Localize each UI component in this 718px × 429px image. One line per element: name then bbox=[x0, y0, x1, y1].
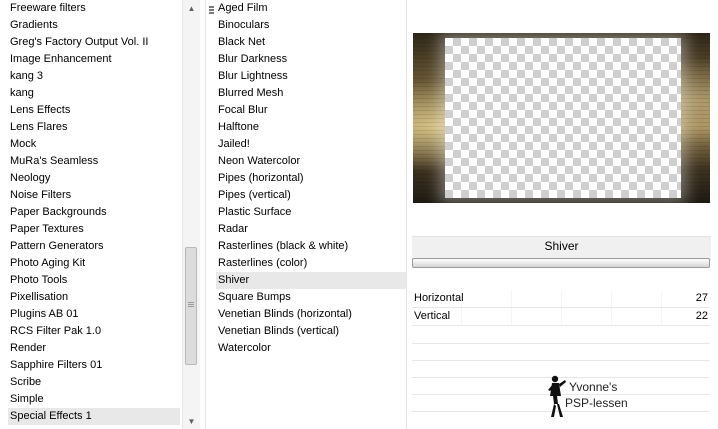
grip-icon[interactable] bbox=[209, 6, 214, 16]
list-item[interactable]: Aged Film bbox=[216, 0, 406, 17]
list-item[interactable]: Photo Aging Kit bbox=[8, 255, 180, 272]
list-item[interactable]: Pixellisation bbox=[8, 289, 180, 306]
dancer-figure-icon bbox=[548, 375, 566, 417]
divider bbox=[412, 360, 710, 361]
list-item[interactable]: RCS Filter Pak 1.0 bbox=[8, 323, 180, 340]
scroll-down-arrow-icon[interactable]: ▼ bbox=[183, 413, 200, 429]
list-item[interactable]: Sapphire Filters 01 bbox=[8, 357, 180, 374]
list-item[interactable]: Venetian Blinds (horizontal) bbox=[216, 306, 406, 323]
param-row-horizontal[interactable]: Horizontal 27 bbox=[412, 290, 710, 308]
list-item[interactable]: Plastic Surface bbox=[216, 204, 406, 221]
list-item[interactable]: Black Net bbox=[216, 34, 406, 51]
transparency-checkerboard bbox=[445, 38, 681, 198]
watermark: Yvonne's PSP-lessen bbox=[545, 372, 665, 418]
list-item[interactable]: Mock bbox=[8, 136, 180, 153]
divider bbox=[406, 0, 407, 429]
list-item[interactable]: Neon Watercolor bbox=[216, 153, 406, 170]
list-item[interactable]: Square Bumps bbox=[216, 289, 406, 306]
list-item[interactable]: Lens Effects bbox=[8, 102, 180, 119]
list-item[interactable]: Halftone bbox=[216, 119, 406, 136]
list-item[interactable]: Lens Flares bbox=[8, 119, 180, 136]
list-item[interactable]: Paper Backgrounds bbox=[8, 204, 180, 221]
list-item[interactable]: Plugins AB 01 bbox=[8, 306, 180, 323]
list-item[interactable]: Blur Lightness bbox=[216, 68, 406, 85]
list-item[interactable]: Gradients bbox=[8, 17, 180, 34]
list-item[interactable]: Freeware filters bbox=[8, 0, 180, 17]
effect-preview bbox=[413, 33, 710, 203]
list-item[interactable]: Binoculars bbox=[216, 17, 406, 34]
list-item[interactable]: Blurred Mesh bbox=[216, 85, 406, 102]
list-item[interactable]: Radar bbox=[216, 221, 406, 238]
effect-title: Shiver bbox=[544, 239, 579, 253]
list-item[interactable]: kang bbox=[8, 85, 180, 102]
list-item[interactable]: Neology bbox=[8, 170, 180, 187]
param-label: Horizontal bbox=[414, 292, 464, 304]
grip-icon bbox=[188, 302, 194, 303]
list-item[interactable]: Watercolor bbox=[216, 340, 406, 357]
divider bbox=[412, 343, 710, 344]
list-item[interactable]: Venetian Blinds (vertical) bbox=[216, 323, 406, 340]
list-item[interactable]: Photo Tools bbox=[8, 272, 180, 289]
list-item[interactable]: Pipes (vertical) bbox=[216, 187, 406, 204]
list-item[interactable]: Special Effects 1 bbox=[8, 408, 180, 425]
list-item[interactable]: Rasterlines (black & white) bbox=[216, 238, 406, 255]
divider bbox=[205, 0, 206, 429]
list-item[interactable]: Rasterlines (color) bbox=[216, 255, 406, 272]
list-item[interactable]: Pipes (horizontal) bbox=[216, 170, 406, 187]
list-item[interactable]: Focal Blur bbox=[216, 102, 406, 119]
list-item[interactable]: kang 3 bbox=[8, 68, 180, 85]
list-item[interactable]: Render bbox=[8, 340, 180, 357]
category-scrollbar[interactable]: ▲ ▼ bbox=[182, 0, 200, 429]
scrollbar-thumb[interactable] bbox=[185, 247, 197, 365]
scroll-up-arrow-icon[interactable]: ▲ bbox=[183, 0, 200, 16]
list-item[interactable]: Greg's Factory Output Vol. II bbox=[8, 34, 180, 51]
list-item[interactable]: Noise Filters bbox=[8, 187, 180, 204]
slider-track[interactable] bbox=[412, 308, 710, 325]
list-item[interactable]: Image Enhancement bbox=[8, 51, 180, 68]
list-item[interactable]: Blur Darkness bbox=[216, 51, 406, 68]
param-label: Vertical bbox=[414, 310, 451, 322]
param-value[interactable]: 27 bbox=[696, 290, 708, 307]
watermark-line1: Yvonne's bbox=[569, 380, 618, 394]
list-item[interactable]: Shiver bbox=[216, 272, 406, 289]
list-item[interactable]: Pattern Generators bbox=[8, 238, 180, 255]
watermark-line2: PSP-lessen bbox=[565, 396, 628, 410]
list-item[interactable]: Scribe bbox=[8, 374, 180, 391]
list-item[interactable]: Paper Textures bbox=[8, 221, 180, 238]
filter-category-list[interactable]: Freeware filters Gradients Greg's Factory … bbox=[8, 0, 180, 425]
effect-progress-bar bbox=[412, 258, 710, 268]
param-value[interactable]: 22 bbox=[696, 308, 708, 325]
list-item[interactable]: Simple bbox=[8, 391, 180, 408]
list-item[interactable]: MuRa's Seamless bbox=[8, 153, 180, 170]
effect-list[interactable]: Aged Film Binoculars Black Net Blur Darknes… bbox=[216, 0, 406, 357]
list-item[interactable]: Jailed! bbox=[216, 136, 406, 153]
param-row-vertical[interactable]: Vertical 22 bbox=[412, 308, 710, 326]
